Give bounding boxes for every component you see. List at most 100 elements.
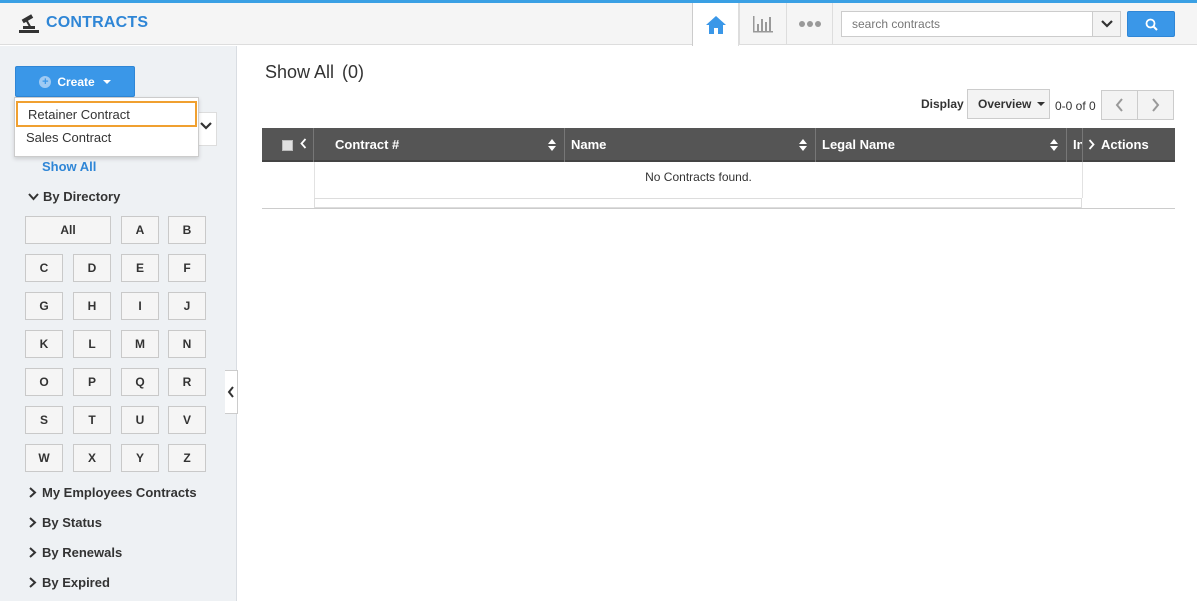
column-label: Contract # <box>335 137 400 152</box>
letter-e[interactable]: E <box>121 254 159 282</box>
horizontal-scrollbar[interactable] <box>314 198 1082 208</box>
by-expired-toggle[interactable]: By Expired <box>28 575 110 590</box>
column-label: In <box>1073 137 1082 152</box>
more-button[interactable] <box>786 3 833 45</box>
letter-q[interactable]: Q <box>121 368 159 396</box>
by-status-toggle[interactable]: By Status <box>28 515 102 530</box>
column-label: Legal Name <box>822 137 895 152</box>
section-label: By Expired <box>42 575 110 590</box>
header-nav <box>692 3 833 46</box>
page-title: Show All (0) <box>265 62 364 83</box>
letter-m[interactable]: M <box>121 330 159 358</box>
page-title-text: Show All <box>265 62 335 82</box>
letter-c[interactable]: C <box>25 254 63 282</box>
letter-o[interactable]: O <box>25 368 63 396</box>
pagination-range: 0-0 of 0 <box>1055 99 1096 113</box>
chevron-right-icon <box>1152 98 1160 112</box>
create-label: Create <box>57 74 95 89</box>
search-icon <box>1145 18 1158 31</box>
select-all-checkbox[interactable] <box>282 140 293 151</box>
next-page-button[interactable] <box>1137 90 1174 120</box>
my-employees-contracts-toggle[interactable]: My Employees Contracts <box>28 485 197 500</box>
reports-button[interactable] <box>739 3 786 45</box>
empty-table-message: No Contracts found. <box>645 170 752 184</box>
sidebar-collapse-handle[interactable] <box>225 370 238 414</box>
letter-g[interactable]: G <box>25 292 63 320</box>
letter-d[interactable]: D <box>73 254 111 282</box>
letter-h[interactable]: H <box>73 292 111 320</box>
section-label: By Status <box>42 515 102 530</box>
search-button[interactable] <box>1127 11 1175 37</box>
sidebar: + Create Retainer Contract Sales Contrac… <box>0 46 237 601</box>
previous-page-button[interactable] <box>1101 90 1138 120</box>
chevron-right-icon <box>29 547 37 558</box>
menu-item-sales-contract[interactable]: Sales Contract <box>16 127 197 153</box>
column-label: Name <box>571 137 607 152</box>
letter-j[interactable]: J <box>168 292 206 320</box>
by-directory-toggle[interactable]: By Directory <box>28 189 120 204</box>
letter-r[interactable]: R <box>168 368 206 396</box>
letter-k[interactable]: K <box>25 330 63 358</box>
column-header-contract-number[interactable]: Contract # <box>314 128 565 162</box>
letter-a[interactable]: A <box>121 216 159 244</box>
section-label: By Renewals <box>42 545 123 560</box>
letter-i[interactable]: I <box>121 292 159 320</box>
chevron-right-icon <box>29 487 37 498</box>
letter-t[interactable]: T <box>73 406 111 434</box>
letter-v[interactable]: V <box>168 406 206 434</box>
contracts-table-header: Contract # Name Legal Name In Actions <box>262 128 1175 162</box>
home-icon <box>705 15 726 34</box>
sort-icon <box>548 139 556 151</box>
chevron-left-icon <box>227 386 234 398</box>
by-renewals-toggle[interactable]: By Renewals <box>28 545 122 560</box>
caret-down-icon <box>1037 102 1046 106</box>
app-title[interactable]: CONTRACTS <box>46 14 148 32</box>
letter-p[interactable]: P <box>73 368 111 396</box>
letter-s[interactable]: S <box>25 406 63 434</box>
chevron-down-icon <box>1100 20 1113 28</box>
letter-f[interactable]: F <box>168 254 206 282</box>
column-label: Actions <box>1101 137 1149 152</box>
letter-u[interactable]: U <box>121 406 159 434</box>
letter-n[interactable]: N <box>168 330 206 358</box>
menu-item-retainer-contract[interactable]: Retainer Contract <box>16 101 197 127</box>
letter-x[interactable]: X <box>73 444 111 472</box>
letter-l[interactable]: L <box>73 330 111 358</box>
select-all-column <box>262 128 314 162</box>
home-button[interactable] <box>692 3 739 46</box>
column-header-legal-name[interactable]: Legal Name <box>816 128 1067 162</box>
section-label: My Employees Contracts <box>42 485 197 500</box>
caret-down-icon <box>102 79 111 84</box>
sort-icon <box>799 139 807 151</box>
gavel-icon <box>19 14 39 33</box>
chevron-left-icon[interactable] <box>300 138 307 149</box>
more-dots-icon <box>798 21 821 27</box>
letter-b[interactable]: B <box>168 216 206 244</box>
letter-all[interactable]: All <box>25 216 111 244</box>
column-header-truncated[interactable]: In <box>1067 128 1083 162</box>
display-mode-value: Overview <box>978 97 1032 111</box>
bar-chart-icon <box>753 16 773 33</box>
create-dropdown-menu: Retainer Contract Sales Contract <box>14 97 199 157</box>
letter-w[interactable]: W <box>25 444 63 472</box>
plus-circle-icon: + <box>39 75 52 88</box>
show-all-link[interactable]: Show All <box>42 159 96 174</box>
chevron-down-icon <box>28 192 39 200</box>
sort-icon <box>1050 139 1058 151</box>
search-input[interactable] <box>842 12 1093 36</box>
letter-z[interactable]: Z <box>168 444 206 472</box>
search-filter-dropdown[interactable] <box>1092 12 1120 36</box>
search-box <box>841 11 1121 37</box>
app-header: CONTRACTS <box>0 3 1197 46</box>
display-mode-select[interactable]: Overview <box>967 89 1050 119</box>
letter-y[interactable]: Y <box>121 444 159 472</box>
chevron-left-icon <box>1115 98 1123 112</box>
display-label: Display <box>921 97 964 111</box>
record-count: (0) <box>342 62 365 82</box>
create-button[interactable]: + Create <box>15 66 135 97</box>
column-header-actions: Actions <box>1083 128 1175 162</box>
column-header-name[interactable]: Name <box>565 128 816 162</box>
chevron-right-icon[interactable] <box>1088 139 1095 150</box>
table-bottom-border <box>262 208 1175 209</box>
chevron-down-icon <box>200 122 212 130</box>
